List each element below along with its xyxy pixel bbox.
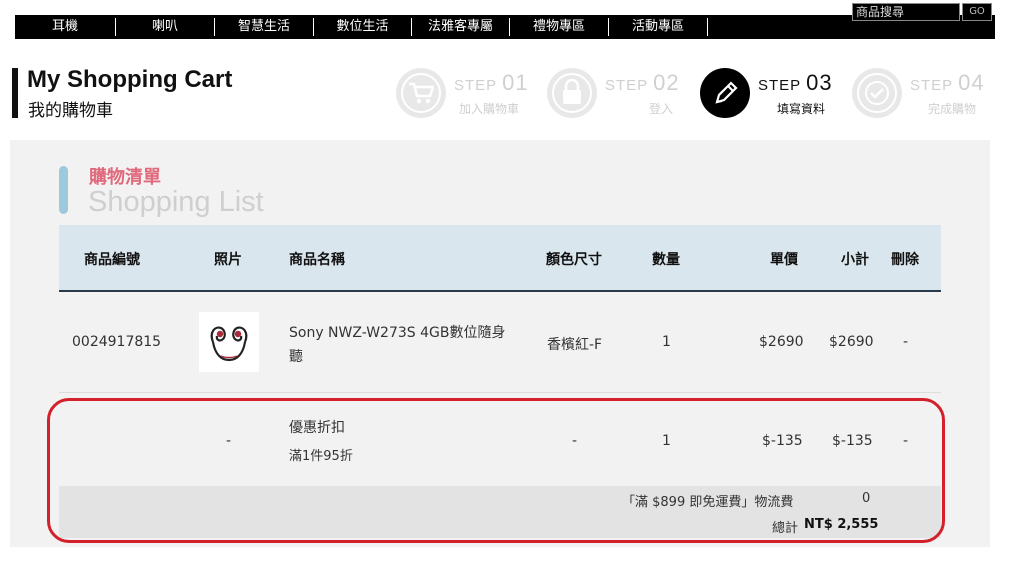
step-2-label: 登入 [649, 102, 674, 116]
step-2-title: STEP 02 [605, 70, 680, 95]
product-qty: 1 [662, 334, 671, 350]
page-title: My Shopping Cart [27, 66, 233, 93]
product-name-line1[interactable]: Sony NWZ-W273S 4GB數位隨身 [289, 322, 505, 342]
section-accent-bar [59, 166, 68, 214]
nav-item-digital-life[interactable]: 數位生活 [314, 15, 411, 39]
step-3-label: 填寫資料 [777, 102, 826, 116]
product-color-size: 香檳紅-F [547, 337, 603, 353]
pencil-icon [715, 81, 738, 104]
step-4-indicator [852, 68, 902, 118]
nav-item-gifts[interactable]: 禮物專區 [510, 15, 608, 39]
table-header: 商品編號 照片 商品名稱 顏色尺寸 數量 單價 小計 刪除 [59, 225, 941, 292]
column-header-price: 單價 [770, 252, 798, 268]
product-thumbnail[interactable] [199, 312, 259, 372]
search-input[interactable]: 商品搜尋 [852, 3, 960, 21]
delete-button[interactable]: - [903, 334, 908, 350]
highlight-outline [47, 398, 945, 543]
lock-icon [563, 79, 581, 104]
step-1-indicator [396, 68, 446, 118]
step-1-label: 加入購物車 [459, 102, 520, 116]
product-name-line2[interactable]: 聽 [289, 346, 303, 366]
column-header-id: 商品編號 [84, 252, 140, 268]
step-4-title: STEP 04 [910, 70, 985, 95]
product-subtotal: $2690 [829, 334, 874, 350]
check-icon [870, 88, 884, 99]
product-id: 0024917815 [72, 334, 162, 350]
column-header-color-size: 顏色尺寸 [546, 252, 602, 268]
column-header-subtotal: 小計 [841, 252, 869, 268]
column-header-name: 商品名稱 [289, 252, 345, 268]
page-subtitle: 我的購物車 [28, 101, 113, 121]
step-3-title: STEP 03 [758, 70, 833, 95]
product-price: $2690 [759, 334, 804, 350]
step-3-indicator [700, 68, 750, 118]
table-row: 0024917815 Sony NWZ-W273S 4GB數位隨身 聽 香檳紅-… [59, 292, 941, 393]
title-accent-bar [12, 68, 18, 118]
nav-item-speakers[interactable]: 喇叭 [116, 15, 214, 39]
step-4-label: 完成購物 [928, 102, 977, 116]
top-nav-bar: 耳機 喇叭 智慧生活 數位生活 法雅客專屬 禮物專區 活動專區 [15, 15, 995, 39]
cart-icon [409, 82, 434, 104]
nav-item-smart-life[interactable]: 智慧生活 [215, 15, 313, 39]
nav-divider [707, 18, 708, 36]
nav-item-earphones[interactable]: 耳機 [15, 15, 115, 39]
search-go-button[interactable]: GO [962, 3, 992, 21]
section-title-en: Shopping List [88, 186, 264, 218]
step-2-indicator [547, 68, 597, 118]
nav-item-fnac-exclusive[interactable]: 法雅客專屬 [412, 15, 509, 39]
column-header-delete: 刪除 [891, 252, 919, 268]
earphones-icon [210, 326, 248, 362]
nav-item-events[interactable]: 活動專區 [609, 15, 707, 39]
column-header-qty: 數量 [652, 252, 680, 268]
step-1-title: STEP 01 [454, 70, 529, 95]
column-header-photo: 照片 [214, 252, 242, 268]
